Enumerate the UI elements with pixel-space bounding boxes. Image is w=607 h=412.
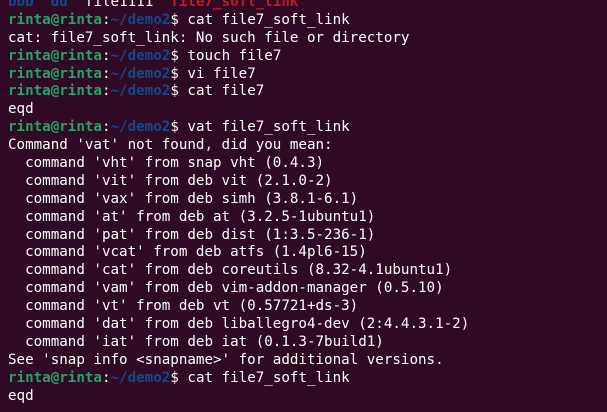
output-line: command 'vam' from deb vim-addon-manager… (8, 280, 444, 297)
output-line: command 'vax' from deb simh (3.8.1-6.1) (8, 190, 359, 207)
output-line: Command 'vat' not found, did you mean: (8, 137, 333, 154)
prompt-user-host: rinta@rinta (8, 369, 102, 386)
prompt-path: ~/demo2 (110, 83, 171, 100)
prompt-symbol: $ (170, 83, 179, 100)
prompt-line: rinta@rinta:~/demo2$ vi file7 (8, 66, 607, 84)
prompt-user-host: rinta@rinta (8, 83, 102, 100)
output-line: command 'cat' from deb coreutils (8.32-4… (8, 262, 453, 279)
prompt-colon: : (101, 65, 111, 82)
command-text: vi file7 (187, 65, 256, 82)
ls-separator (68, 0, 85, 10)
output-line: See 'snap info <snapname>' for additiona… (8, 351, 444, 368)
terminal-window[interactable]: bbb dd file1111 file7_soft_link rinta@ri… (0, 0, 607, 412)
output-line: command 'dat' from deb liballegro4-dev (… (8, 316, 470, 333)
prompt-colon: : (101, 11, 111, 28)
ls-output-line: bbb dd file1111 file7_soft_link (8, 0, 607, 12)
prompt-user-host: rinta@rinta (8, 11, 102, 28)
prompt-line: rinta@rinta:~/demo2$ touch file7 (8, 48, 607, 66)
prompt-line: rinta@rinta:~/demo2$ cat file7_soft_link (8, 12, 607, 30)
prompt-symbol: $ (170, 119, 179, 136)
command-text: touch file7 (187, 47, 282, 64)
prompt-path: ~/demo2 (110, 65, 171, 82)
prompt-user-host: rinta@rinta (8, 119, 102, 136)
prompt-user-host: rinta@rinta (8, 65, 102, 82)
ls-entry-file: file1111 (84, 0, 154, 10)
command-text: cat file7_soft_link (187, 11, 350, 28)
prompt-colon: : (101, 369, 111, 386)
command-text: cat file7_soft_link (187, 369, 350, 386)
prompt-line: rinta@rinta:~/demo2$ cat file7_soft_link (8, 370, 607, 388)
prompt-line: rinta@rinta:~/demo2$ vat file7_soft_link (8, 119, 607, 137)
ls-entry-directory: bbb (8, 0, 34, 10)
prompt-colon: : (101, 83, 111, 100)
prompt-symbol: $ (170, 11, 179, 28)
command-text: vat file7_soft_link (187, 119, 350, 136)
output-line: command 'pat' from deb dist (1:3.5-236-1… (8, 226, 376, 243)
prompt-colon: : (101, 119, 111, 136)
prompt-colon: : (101, 47, 111, 64)
output-line: command 'at' from deb at (3.2.5-1ubuntu1… (8, 208, 376, 225)
prompt-user-host: rinta@rinta (8, 47, 102, 64)
prompt-line: rinta@rinta:~/demo2$ cat file7 (8, 83, 607, 101)
ls-entry-directory: dd (50, 0, 68, 10)
command-text: cat file7 (187, 83, 265, 100)
prompt-symbol: $ (170, 47, 179, 64)
output-line: command 'vht' from snap vht (0.4.3) (8, 155, 325, 172)
ls-separator (153, 0, 170, 10)
prompt-symbol: $ (170, 369, 179, 386)
ls-separator (34, 0, 51, 10)
prompt-symbol: $ (170, 65, 179, 82)
output-line: command 'vcat' from deb atfs (1.4pl6-15) (8, 244, 367, 261)
prompt-path: ~/demo2 (110, 47, 171, 64)
output-line: cat: file7_soft_link: No such file or di… (8, 29, 410, 46)
output-line: command 'vit' from deb vit (2.1.0-2) (8, 172, 333, 189)
ls-entry-broken-link: file7_soft_link (170, 0, 299, 10)
output-line: command 'iat' from deb iat (0.1.3-7build… (8, 333, 384, 350)
prompt-path: ~/demo2 (110, 369, 171, 386)
prompt-path: ~/demo2 (110, 11, 171, 28)
output-line: eqd (8, 101, 34, 118)
output-line: command 'vt' from deb vt (0.57721+ds-3) (8, 298, 359, 315)
prompt-path: ~/demo2 (110, 119, 171, 136)
output-line: eqd (8, 387, 34, 404)
